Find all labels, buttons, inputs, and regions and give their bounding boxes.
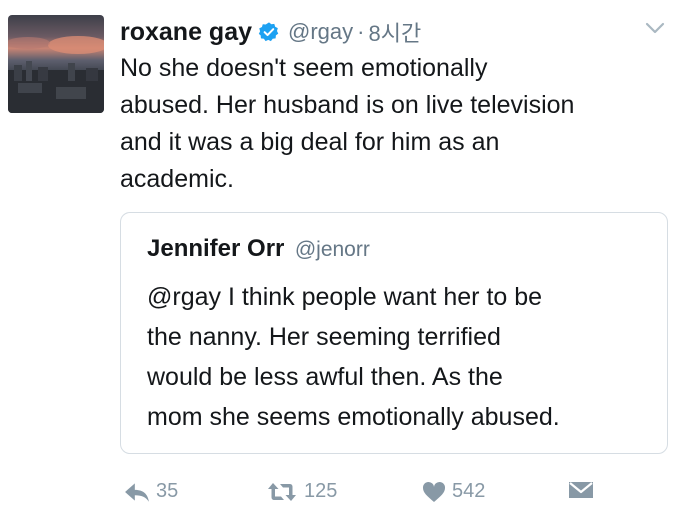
verified-badge-icon (258, 21, 280, 43)
reply-icon (124, 481, 150, 503)
author-avatar[interactable] (8, 15, 104, 113)
tweet-actions-bar: 35 125 542 (120, 480, 668, 510)
like-count: 542 (452, 480, 486, 502)
envelope-icon (568, 480, 594, 500)
retweet-icon (266, 481, 298, 503)
quoted-tweet-card[interactable]: Jennifer Orr @jenorr @rgay I think peopl… (120, 212, 668, 454)
retweet-count: 125 (304, 480, 338, 502)
author-name[interactable]: roxane gay (120, 18, 252, 47)
reply-button[interactable]: 35 (124, 480, 178, 503)
tweet-header: roxane gay @rgay · 8시간 (120, 14, 421, 50)
direct-message-button[interactable] (568, 480, 594, 500)
separator-dot: · (357, 19, 365, 44)
quoted-tweet-text: @rgay I think people want her to be the … (147, 283, 560, 431)
reply-count: 35 (156, 480, 179, 502)
tweet-text: No she doesn't seem emotionally abused. … (120, 54, 575, 193)
tweet-timestamp[interactable]: 8시간 (368, 16, 421, 48)
heart-icon (422, 481, 446, 503)
quoted-tweet-header: Jennifer Orr @jenorr (147, 235, 370, 263)
chevron-down-icon[interactable] (644, 20, 666, 36)
like-button[interactable]: 542 (422, 480, 485, 503)
retweet-button[interactable]: 125 (266, 480, 337, 503)
quoted-author-name: Jennifer Orr (147, 235, 285, 262)
quoted-author-handle: @jenorr (294, 238, 370, 261)
author-handle[interactable]: @rgay (288, 19, 353, 45)
